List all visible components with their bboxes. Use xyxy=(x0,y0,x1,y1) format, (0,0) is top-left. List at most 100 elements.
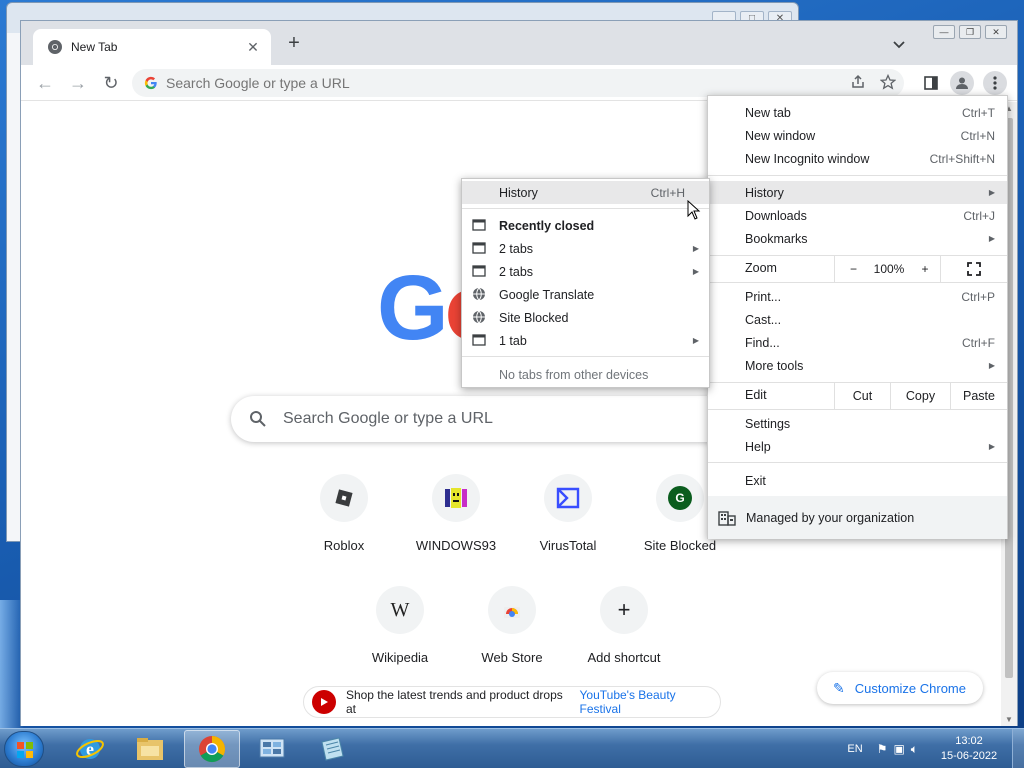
menu-label: 1 tab xyxy=(499,333,527,348)
tab-window-icon xyxy=(472,334,486,346)
menu-item-settings[interactable]: Settings xyxy=(708,412,1007,435)
menu-zoom-row: Zoom − 100% + xyxy=(708,256,1007,282)
network-icon[interactable]: ▣ xyxy=(893,742,904,757)
recently-closed-item[interactable]: 1 tab ▶ xyxy=(462,329,709,352)
shortcut-wikipedia[interactable]: W Wikipedia xyxy=(344,586,456,686)
bookmark-star-icon[interactable] xyxy=(880,74,896,90)
taskbar-chrome[interactable] xyxy=(184,730,240,768)
shortcut-hint: Ctrl+F xyxy=(962,335,995,350)
search-icon xyxy=(250,411,266,427)
menu-label: Settings xyxy=(745,416,791,431)
menu-label: 2 tabs xyxy=(499,264,534,279)
clock[interactable]: 13:02 15-06-2022 xyxy=(934,734,1004,764)
recently-closed-item[interactable]: Google Translate xyxy=(462,283,709,306)
recently-closed-item[interactable]: Site Blocked xyxy=(462,306,709,329)
back-icon[interactable]: ← xyxy=(33,71,57,95)
fullscreen-icon[interactable] xyxy=(940,256,1007,282)
clock-time: 13:02 xyxy=(955,735,983,747)
promo-link[interactable]: YouTube's Beauty Festival xyxy=(580,688,720,716)
menu-label: Find... xyxy=(745,335,780,350)
youtube-play-icon xyxy=(312,690,336,714)
language-indicator[interactable]: EN xyxy=(847,743,862,755)
menu-item-exit[interactable]: Exit xyxy=(708,469,1007,492)
menu-item-cast[interactable]: Cast... xyxy=(708,308,1007,331)
tab-search-chevron-icon[interactable] xyxy=(891,36,907,52)
volume-icon[interactable]: 🔈︎ xyxy=(911,742,918,757)
shortcut-label: Add shortcut xyxy=(587,650,661,665)
menu-label: New Incognito window xyxy=(745,151,870,166)
side-panel-icon[interactable] xyxy=(919,71,943,95)
customize-chrome-button[interactable]: ✎ Customize Chrome xyxy=(817,672,983,704)
taskbar-internet-explorer[interactable]: e xyxy=(62,730,118,768)
history-submenu: History Ctrl+H Recently closed 2 tabs ▶ 2 … xyxy=(461,178,710,388)
menu-label: Google Translate xyxy=(499,287,595,302)
action-center-icon[interactable]: ⚑ xyxy=(877,742,888,757)
windows93-icon xyxy=(432,474,480,522)
menu-item-more-tools[interactable]: More tools ▶ xyxy=(708,354,1007,377)
recently-closed-item[interactable]: 2 tabs ▶ xyxy=(462,237,709,260)
taskbar-file-explorer[interactable] xyxy=(122,730,178,768)
copy-button[interactable]: Copy xyxy=(890,383,950,409)
menu-item-incognito[interactable]: New Incognito window Ctrl+Shift+N xyxy=(708,147,1007,170)
menu-item-new-window[interactable]: New window Ctrl+N xyxy=(708,124,1007,147)
menu-divider xyxy=(462,356,709,357)
shortcut-label: VirusTotal xyxy=(539,538,597,553)
globe-icon xyxy=(473,287,485,301)
omnibox-input[interactable] xyxy=(166,75,766,91)
menu-label: New window xyxy=(745,128,816,143)
restore-icon[interactable]: ❐ xyxy=(959,25,981,39)
submenu-item-history[interactable]: History Ctrl+H xyxy=(462,181,709,204)
menu-item-bookmarks[interactable]: Bookmarks ▶ xyxy=(708,227,1007,250)
submenu-arrow-icon: ▶ xyxy=(988,234,995,243)
submenu-arrow-icon: ▶ xyxy=(692,336,699,345)
recently-closed-item[interactable]: 2 tabs ▶ xyxy=(462,260,709,283)
promo-banner[interactable]: Shop the latest trends and product drops… xyxy=(303,686,721,718)
reload-icon[interactable]: ↻ xyxy=(99,71,123,95)
chrome-menu-kebab-icon[interactable] xyxy=(983,71,1007,95)
tab-strip: New Tab ✕ + — ❐ ✕ xyxy=(21,21,1017,65)
shortcut-roblox[interactable]: Roblox xyxy=(288,474,400,574)
shortcut-virustotal[interactable]: VirusTotal xyxy=(512,474,624,574)
zoom-out-button[interactable]: − xyxy=(834,256,872,282)
forward-icon[interactable]: → xyxy=(66,71,90,95)
menu-item-new-tab[interactable]: New tab Ctrl+T xyxy=(708,101,1007,124)
profile-avatar-icon[interactable] xyxy=(950,71,974,95)
menu-label: Recently closed xyxy=(499,218,595,233)
internet-explorer-icon: e xyxy=(76,739,104,759)
start-button[interactable] xyxy=(4,731,44,767)
paste-button[interactable]: Paste xyxy=(950,383,1007,409)
menu-item-help[interactable]: Help ▶ xyxy=(708,435,1007,458)
cut-button[interactable]: Cut xyxy=(834,383,890,409)
shortcut-hint: Ctrl+Shift+N xyxy=(929,151,995,166)
taskbar-notepad[interactable] xyxy=(304,730,360,768)
menu-item-downloads[interactable]: Downloads Ctrl+J xyxy=(708,204,1007,227)
shortcut-hint: Ctrl+J xyxy=(963,208,995,223)
menu-label: History xyxy=(499,185,538,200)
submenu-arrow-icon: ▶ xyxy=(988,361,995,370)
close-icon[interactable]: ✕ xyxy=(985,25,1007,39)
new-tab-button[interactable]: + xyxy=(283,33,305,55)
minimize-icon[interactable]: — xyxy=(933,25,955,39)
shortcut-windows93[interactable]: WINDOWS93 xyxy=(400,474,512,574)
share-icon[interactable] xyxy=(850,74,866,90)
tab-close-icon[interactable]: ✕ xyxy=(245,39,261,56)
taskbar-control-panel[interactable] xyxy=(244,730,300,768)
zoom-in-button[interactable]: + xyxy=(910,256,940,282)
tab-new-tab[interactable]: New Tab ✕ xyxy=(33,29,271,65)
show-desktop-button[interactable] xyxy=(1012,729,1024,768)
submenu-arrow-icon: ▶ xyxy=(692,244,699,253)
window-controls: — ❐ ✕ xyxy=(933,25,1007,39)
menu-label: New tab xyxy=(745,105,791,120)
omnibox[interactable] xyxy=(132,69,904,97)
menu-item-find[interactable]: Find... Ctrl+F xyxy=(708,331,1007,354)
shortcut-label: Roblox xyxy=(323,538,365,553)
menu-label: Downloads xyxy=(745,208,807,223)
scroll-down-icon[interactable]: ▼ xyxy=(1004,715,1014,724)
add-shortcut-button[interactable]: + Add shortcut xyxy=(568,586,680,686)
menu-item-history[interactable]: History ▶ xyxy=(708,181,1007,204)
tab-title: New Tab xyxy=(71,40,118,54)
menu-divider xyxy=(462,208,709,209)
managed-by-org[interactable]: Managed by your organization xyxy=(708,496,1007,539)
menu-item-print[interactable]: Print... Ctrl+P xyxy=(708,285,1007,308)
shortcut-web-store[interactable]: Web Store xyxy=(456,586,568,686)
